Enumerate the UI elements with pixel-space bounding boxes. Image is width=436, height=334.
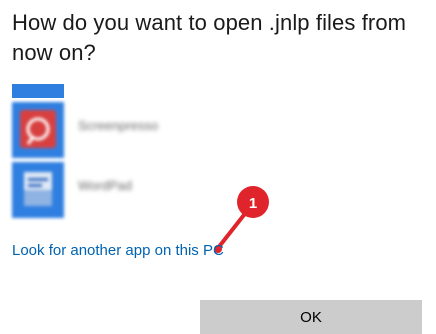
step-number: 1 [249, 195, 257, 212]
app-name: WordPad [78, 178, 132, 193]
wordpad-app-icon [12, 162, 64, 218]
open-with-dialog: How do you want to open .jnlp files from… [0, 0, 436, 334]
ok-button[interactable]: OK [200, 300, 422, 334]
screenpresso-app-icon [12, 102, 64, 158]
dialog-title: How do you want to open .jnlp files from… [12, 10, 407, 65]
partial-app-item[interactable] [12, 84, 64, 98]
look-for-another-app-link[interactable]: Look for another app on this PC [12, 242, 224, 259]
app-name: Screenpresso [78, 118, 159, 133]
app-item-screenpresso[interactable]: Screenpresso [12, 102, 272, 158]
